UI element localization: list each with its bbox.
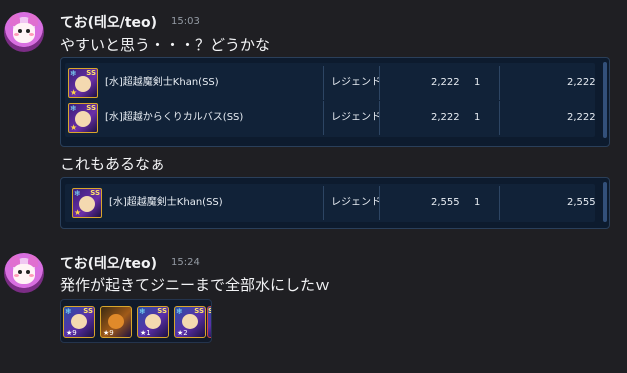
message-timestamp[interactable]: 15:24 [171,257,200,268]
message-text: 発作が起きてジニーまで全部水にしたｗ [60,276,331,294]
avatar-cheek-left [14,33,19,36]
image-attachment-table-2[interactable]: ❄ SS ★ [水]超越魔剣士Khan(SS) レジェンド 2,555 1 2,55… [60,177,610,229]
item-name: [水]超越魔剣士Khan(SS) [105,77,219,88]
scrollbar[interactable] [603,182,607,222]
avatar-cheek-right [29,33,34,36]
item-name: [水]超越からくりカルバス(SS) [105,112,244,123]
item-price: 2,222 [431,77,460,88]
message-text: やすいと思う・・・？どうかな [60,36,271,54]
avatar[interactable] [4,12,44,52]
character-icon-partial: SS [207,306,211,338]
column-divider [499,101,500,135]
item-price: 2,555 [431,197,460,208]
table-row: ❄ SS ★ [水]超越魔剣士Khan(SS) レジェンド 2,222 1 2,22… [65,66,596,100]
column-divider [323,101,324,135]
item-total: 2,222 [567,77,596,88]
table-row: ❄ SS ★ [水]超越魔剣士Khan(SS) レジェンド 2,555 1 2,55… [65,186,596,220]
item-rarity: レジェンド [331,197,381,208]
column-divider [379,66,380,100]
column-divider [379,101,380,135]
column-divider [323,66,324,100]
column-divider [379,186,380,220]
message-timestamp[interactable]: 15:03 [171,16,200,27]
item-quantity: 1 [474,77,481,88]
item-price: 2,222 [431,112,460,123]
scrollbar[interactable] [603,62,607,138]
item-quantity: 1 [474,197,481,208]
message-text: これもあるなぁ [60,155,166,173]
table-body: ❄ SS ★ [水]超越魔剣士Khan(SS) レジェンド 2,555 1 2,55… [65,184,596,222]
avatar[interactable] [4,253,44,293]
column-divider [323,186,324,220]
image-attachment-table-1[interactable]: ❄ SS ★ [水]超越魔剣士Khan(SS) レジェンド 2,222 1 2,22… [60,57,610,147]
avatar-eye-left [18,270,22,274]
table-row: ❄ SS ★ [水]超越からくりカルバス(SS) レジェンド 2,222 1 2,2… [65,101,596,135]
character-icon: ❄ SS ★2 [174,306,206,338]
item-rarity: レジェンド [331,77,381,88]
avatar-face [13,264,35,284]
image-attachment-icons[interactable]: ❄SS★9 ★9 ❄SS★1 ❄SS★2 SS [60,299,212,343]
author-name[interactable]: てお(테오/teo) [60,253,157,273]
character-icon: ❄ SS ★ [72,188,102,218]
table-body: ❄ SS ★ [水]超越魔剣士Khan(SS) レジェンド 2,222 1 2,22… [65,63,596,137]
character-icon: ❄ SS ★9 [63,306,95,338]
character-icon: ★9 [100,306,132,338]
author-name[interactable]: てお(테오/teo) [60,12,157,32]
character-icon: ❄ SS ★1 [137,306,169,338]
item-total: 2,555 [567,197,596,208]
item-name: [水]超越魔剣士Khan(SS) [109,197,223,208]
item-total: 2,222 [567,112,596,123]
character-icon: ❄ SS ★ [68,103,98,133]
column-divider [499,66,500,100]
column-divider [499,186,500,220]
item-rarity: レジェンド [331,112,381,123]
avatar-cheek-right [29,274,34,277]
avatar-cheek-left [14,274,19,277]
character-icon: ❄ SS ★ [68,68,98,98]
item-quantity: 1 [474,112,481,123]
avatar-face [13,23,35,43]
avatar-eye-left [18,29,22,33]
